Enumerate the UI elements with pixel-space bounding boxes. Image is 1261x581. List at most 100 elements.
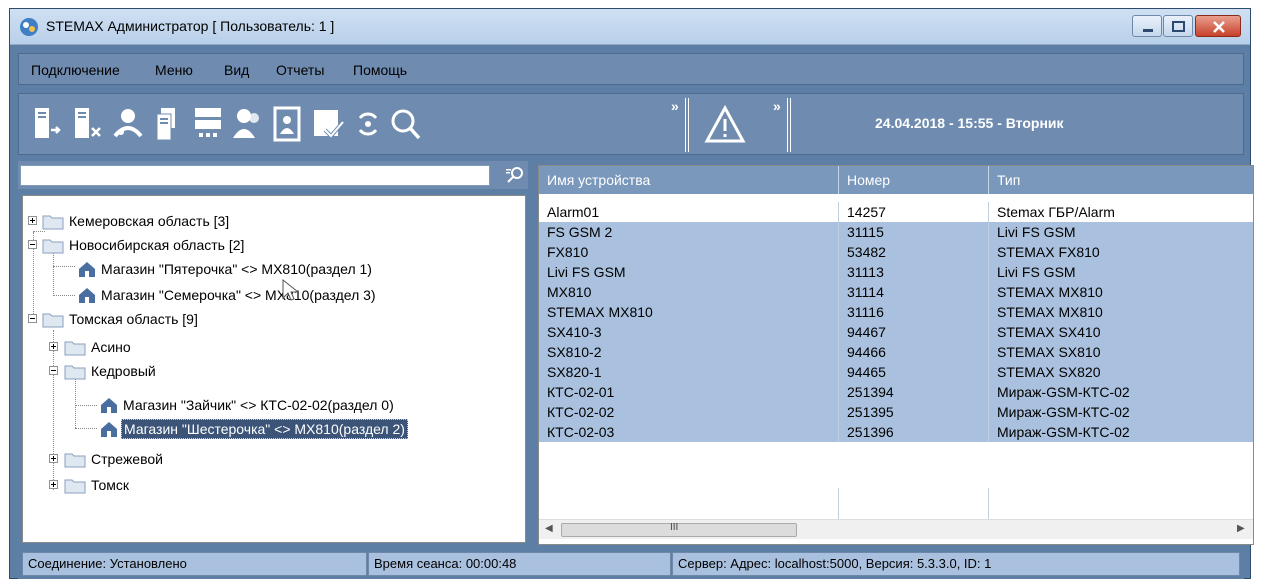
close-button[interactable] [1195,15,1241,37]
tree-node-city[interactable]: Стрежевой [23,448,503,470]
title-bar: STEMAX Администратор [ Пользователь: 1 ] [10,9,1250,45]
disconnect-icon[interactable] [71,106,105,142]
tree-node-object[interactable]: Магазин "Зайчик" <> КТС-02-02(раздел 0) [23,394,503,416]
status-bar: Соединение: Установлено Время сеанса: 00… [18,549,1244,579]
cell-number: 31116 [839,302,989,322]
user-icon[interactable] [231,106,265,142]
users-icon[interactable] [111,106,145,142]
folder-icon [64,341,86,356]
alarm-icon[interactable] [704,104,746,146]
table-header: Имя устройства Номер Тип [539,166,1253,194]
device-table[interactable]: Имя устройства Номер Тип Alarm01 14257 Ste… [538,165,1254,545]
tree-node-label: Томская область [9] [69,311,198,327]
tree-node-city[interactable]: Кедровый [23,360,503,382]
table-row[interactable]: FX810 53482 STEMAX FX810 [539,242,1253,262]
tree-node-object[interactable]: Магазин "Пятерочка" <> MX810(раздел 1) [23,258,503,280]
toolbar-overflow-chevron[interactable]: » [671,98,679,114]
cell-device-name: SX410-3 [539,322,839,342]
tree-node-region[interactable]: Кемеровская область [3] [23,210,503,232]
cell-number: 94467 [839,322,989,342]
table-row[interactable]: КТС-02-01 251394 Мираж-GSM-КТС-02 [539,382,1253,402]
menu-menu[interactable]: Меню [155,62,193,78]
cell-type: STEMAX MX810 [997,284,1103,300]
table-row[interactable]: STEMAX MX810 31116 STEMAX MX810 [539,302,1253,322]
datetime-text: 24.04.2018 - 15:55 - Вторник [875,115,1064,131]
cell-number: 31114 [839,282,989,302]
close-icon [1213,21,1225,33]
stemax-logo-icon [20,18,38,36]
tree-node-region[interactable]: Новосибирская область [2] [23,234,503,256]
toolbar: » » 24.04.2018 - 15:55 - Вторник [18,93,1244,155]
cell-number: 251396 [839,422,989,442]
search-button-icon[interactable] [504,165,526,187]
toolbar-separator [685,98,689,152]
cell-type: STEMAX SX820 [997,364,1101,380]
horizontal-scrollbar[interactable]: ◀ III ▶ [539,519,1253,539]
table-row[interactable]: SX410-3 94467 STEMAX SX410 [539,322,1253,342]
tree-node-object-selected[interactable]: Магазин "Шестерочка" <> MX810(раздел 2) [23,418,513,440]
toolbar-separator-2 [787,98,791,152]
tree-node-city[interactable]: Томск [23,474,503,496]
cell-device-name: КТС-02-01 [539,382,839,402]
tree-node-city[interactable]: Асино [23,336,503,358]
collapse-icon[interactable] [28,314,37,323]
scroll-left-icon[interactable]: ◀ [545,523,553,534]
column-header-number[interactable]: Номер [839,166,989,194]
table-row[interactable]: SX810-2 94466 STEMAX SX810 [539,342,1253,362]
menu-help[interactable]: Помощь [353,62,407,78]
table-row[interactable]: Livi FS GSM 31113 Livi FS GSM [539,262,1253,282]
cell-type: STEMAX SX810 [997,344,1101,360]
table-row[interactable]: SX820-1 94465 STEMAX SX820 [539,362,1253,382]
cell-device-name: Livi FS GSM [539,262,839,282]
tree-node-label: Магазин "Шестерочка" <> MX810(раздел 2) [121,419,408,439]
scroll-right-icon[interactable]: ▶ [1237,523,1245,534]
refresh-icon[interactable] [351,106,385,142]
cell-type: Livi FS GSM [997,264,1076,280]
minimize-button[interactable] [1132,15,1162,37]
table-row[interactable]: КТС-02-03 251396 Мираж-GSM-КТС-02 [539,422,1253,442]
scroll-thumb[interactable]: III [561,522,797,537]
tree-node-region[interactable]: Томская область [9] [23,308,503,330]
cell-device-name: FS GSM 2 [539,222,839,242]
cell-type: Мираж-GSM-КТС-02 [997,404,1130,420]
documents-icon[interactable] [151,106,185,142]
cell-number: 251395 [839,402,989,422]
collapse-icon[interactable] [49,366,58,375]
expand-icon[interactable] [28,216,37,225]
column-header-type[interactable]: Тип [989,166,1253,194]
menu-reports[interactable]: Отчеты [276,62,324,78]
folder-icon [42,313,64,328]
cell-number: 14257 [839,202,989,222]
table-row[interactable]: Alarm01 14257 Stemax ГБР/Alarm [539,202,1253,222]
mouse-cursor-icon [282,278,300,301]
cell-number: 31115 [839,222,989,242]
checklist-icon[interactable] [311,106,345,142]
expand-icon[interactable] [49,342,58,351]
table-row[interactable]: MX810 31114 STEMAX MX810 [539,282,1253,302]
table-row[interactable]: КТС-02-02 251395 Мираж-GSM-КТС-02 [539,402,1253,422]
menu-connection[interactable]: Подключение [31,62,120,78]
status-server: Сервер: Адрес: localhost:5000, Версия: 5… [672,552,1240,576]
search-icon[interactable] [389,106,423,142]
cell-type: Stemax ГБР/Alarm [997,204,1115,220]
table-row[interactable]: FS GSM 2 31115 Livi FS GSM [539,222,1253,242]
object-tree[interactable]: Кемеровская область [3] Новосибирская об… [22,195,526,543]
alarm-overflow-chevron[interactable]: » [773,98,781,114]
menu-view[interactable]: Вид [224,62,249,78]
cell-number: 53482 [839,242,989,262]
tree-search-input[interactable] [20,165,490,186]
server-list-icon[interactable] [191,106,225,142]
expand-icon[interactable] [49,454,58,463]
tree-node-object[interactable]: Магазин "Семерочка" <> MX810(раздел 3) [23,284,503,306]
folder-icon [64,365,86,380]
tree-node-label: Асино [91,339,131,355]
status-session-time: Время сеанса: 00:00:48 [368,552,671,576]
report-icon[interactable] [271,106,305,142]
folder-icon [42,215,64,230]
column-header-device-name[interactable]: Имя устройства [539,166,839,194]
maximize-button[interactable] [1163,15,1193,37]
collapse-icon[interactable] [28,240,37,249]
expand-icon[interactable] [49,480,58,489]
connect-icon[interactable] [31,106,65,142]
scroll-grip: III [670,522,679,533]
